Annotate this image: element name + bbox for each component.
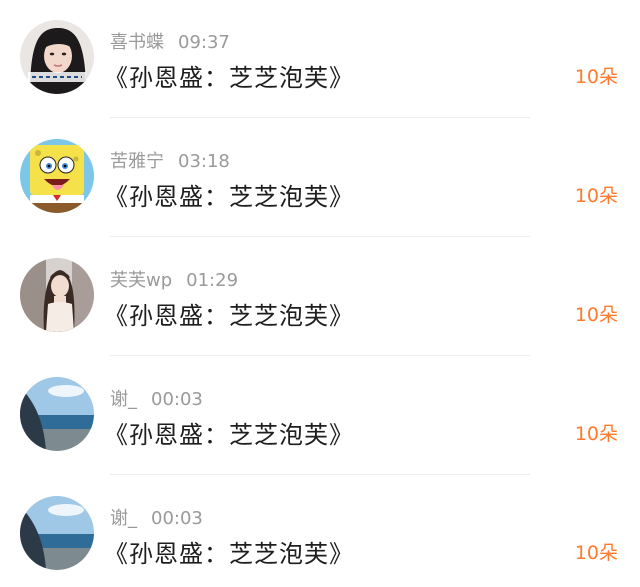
sender-meta: 谢_ 00:03: [110, 385, 203, 411]
sender-name[interactable]: 喜书蝶: [110, 32, 164, 53]
divider: [110, 474, 530, 475]
gift-title: 《孙恩盛：芝芝泡芙》: [104, 64, 354, 92]
sender-meta: 喜书蝶 09:37: [110, 28, 230, 54]
avatar[interactable]: [20, 258, 94, 332]
gift-count: 10朵: [574, 542, 618, 564]
gift-count: 10朵: [574, 66, 618, 88]
gift-title: 《孙恩盛：芝芝泡芙》: [104, 421, 354, 449]
gift-count: 10朵: [574, 185, 618, 207]
avatar[interactable]: [20, 377, 94, 451]
list-item[interactable]: 苦雅宁 03:18 《孙恩盛：芝芝泡芙》 10朵: [0, 119, 640, 237]
divider: [110, 355, 530, 356]
gift-title: 《孙恩盛：芝芝泡芙》: [104, 183, 354, 211]
cartoon-sponge-icon: [20, 139, 94, 213]
list-item[interactable]: 喜书蝶 09:37 《孙恩盛：芝芝泡芙》 10朵: [0, 0, 640, 118]
avatar[interactable]: [20, 496, 94, 570]
gift-title: 《孙恩盛：芝芝泡芙》: [104, 302, 354, 330]
timestamp: 03:18: [178, 151, 230, 172]
divider: [110, 236, 530, 237]
sender-name[interactable]: 谢_: [110, 508, 137, 529]
sender-meta: 苦雅宁 03:18: [110, 147, 230, 173]
list-item[interactable]: 谢_ 00:03 《孙恩盛：芝芝泡芙》 10朵: [0, 357, 640, 475]
gift-count: 10朵: [574, 304, 618, 326]
sender-name[interactable]: 谢_: [110, 389, 137, 410]
sender-meta: 谢_ 00:03: [110, 504, 203, 530]
timestamp: 00:03: [151, 508, 203, 529]
woman-photo-icon: [20, 258, 94, 332]
timestamp: 01:29: [186, 270, 239, 291]
divider: [110, 117, 530, 118]
seaside-icon: [20, 496, 94, 570]
gift-list: 喜书蝶 09:37 《孙恩盛：芝芝泡芙》 10朵 苦雅宁 03:18 《孙恩盛：…: [0, 0, 640, 587]
seaside-icon: [20, 377, 94, 451]
timestamp: 00:03: [151, 389, 203, 410]
gift-title: 《孙恩盛：芝芝泡芙》: [104, 540, 354, 568]
list-item[interactable]: 芙芙wp 01:29 《孙恩盛：芝芝泡芙》 10朵: [0, 238, 640, 356]
woman-portrait-icon: [20, 20, 94, 94]
sender-name[interactable]: 苦雅宁: [110, 151, 164, 172]
avatar[interactable]: [20, 20, 94, 94]
sender-name[interactable]: 芙芙wp: [110, 270, 172, 291]
gift-count: 10朵: [574, 423, 618, 445]
timestamp: 09:37: [178, 32, 230, 53]
sender-meta: 芙芙wp 01:29: [110, 266, 238, 292]
list-item[interactable]: 谢_ 00:03 《孙恩盛：芝芝泡芙》 10朵: [0, 476, 640, 587]
avatar[interactable]: [20, 139, 94, 213]
